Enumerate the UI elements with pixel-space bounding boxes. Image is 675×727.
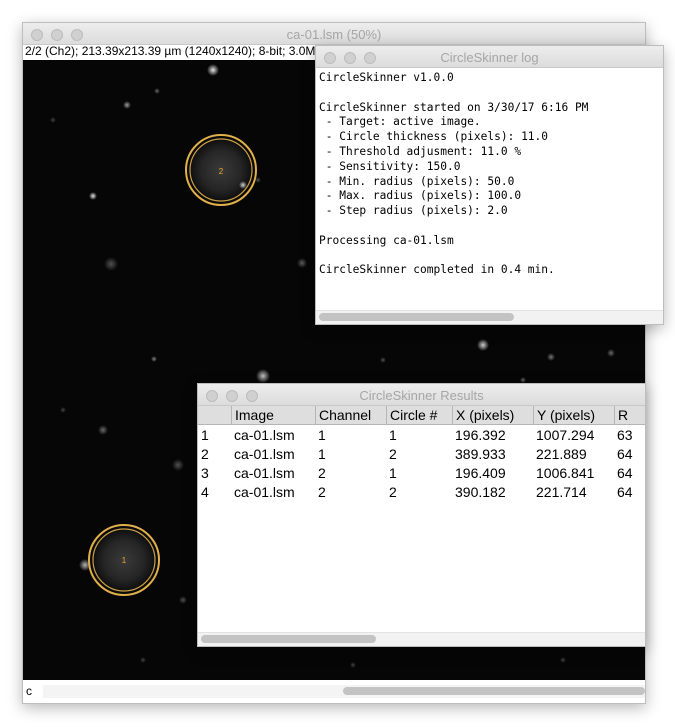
log-line: - Min. radius (pixels): 50.0: [319, 174, 515, 188]
channel-slider-label: c: [26, 684, 32, 698]
log-line: - Max. radius (pixels): 100.0: [319, 189, 522, 203]
table-row[interactable]: 3 ca-01.lsm 2 1 196.409 1006.841 64: [198, 464, 645, 483]
log-text-area[interactable]: CircleSkinner v1.0.0 CircleSkinner start…: [316, 68, 663, 310]
cell-x: 196.409: [455, 465, 506, 481]
cell-y: 1006.841: [536, 465, 595, 481]
results-table[interactable]: Image Channel Circle # X (pixels) Y (pix…: [198, 406, 645, 632]
cell-y: 1007.294: [536, 427, 595, 443]
log-line: - Circle thickness (pixels): 11.0: [319, 130, 549, 144]
cell-channel: 2: [318, 465, 326, 481]
log-scrollbar-thumb[interactable]: [319, 313, 514, 321]
log-window-titlebar[interactable]: CircleSkinner log: [316, 46, 663, 68]
cell-image: ca-01.lsm: [234, 446, 295, 462]
image-info-line: 2/2 (Ch2); 213.39x213.39 µm (1240x1240);…: [25, 44, 324, 58]
column-header-r[interactable]: R: [614, 406, 645, 425]
log-line: - Threshold adjusment: 11.0 %: [319, 144, 522, 158]
table-row[interactable]: 4 ca-01.lsm 2 2 390.182 221.714 64: [198, 483, 645, 502]
results-window-title: CircleSkinner Results: [359, 388, 484, 403]
cell-row-number: 3: [201, 465, 209, 481]
table-row[interactable]: 2 ca-01.lsm 1 2 389.933 221.889 64: [198, 445, 645, 464]
column-header-channel[interactable]: Channel: [315, 406, 386, 425]
results-scrollbar-thumb[interactable]: [201, 635, 376, 643]
results-horizontal-scrollbar[interactable]: [198, 632, 645, 646]
cell-r: 64: [617, 465, 633, 481]
cell-circle: 1: [389, 465, 397, 481]
log-line: - Sensitivity: 150.0: [319, 159, 461, 173]
column-header-circle[interactable]: Circle #: [386, 406, 452, 425]
cell-image: ca-01.lsm: [234, 427, 295, 443]
cell-y: 221.714: [536, 484, 587, 500]
log-line: CircleSkinner v1.0.0: [319, 71, 454, 84]
log-window-title: CircleSkinner log: [440, 50, 539, 65]
channel-slider[interactable]: [43, 685, 645, 698]
column-header-x[interactable]: X (pixels): [452, 406, 533, 425]
log-line: CircleSkinner completed in 0.4 min.: [319, 263, 555, 277]
log-line: - Target: active image.: [319, 115, 481, 129]
cell-row-number: 1: [201, 427, 209, 443]
cell-r: 63: [617, 427, 633, 443]
image-window-titlebar[interactable]: ca-01.lsm (50%): [23, 23, 645, 45]
cell-channel: 1: [318, 446, 326, 462]
column-header-y[interactable]: Y (pixels): [533, 406, 614, 425]
cell-r: 64: [617, 446, 633, 462]
log-window[interactable]: CircleSkinner log CircleSkinner v1.0.0 C…: [315, 45, 664, 325]
cell-r: 64: [617, 484, 633, 500]
cell-row-number: 2: [201, 446, 209, 462]
log-line: Processing ca-01.lsm: [319, 233, 454, 247]
circle-label-1: 1: [122, 556, 127, 565]
cell-image: ca-01.lsm: [234, 465, 295, 481]
table-row[interactable]: 1 ca-01.lsm 1 1 196.392 1007.294 63: [198, 426, 645, 445]
cell-x: 389.933: [455, 446, 506, 462]
cell-circle: 1: [389, 427, 397, 443]
cell-x: 390.182: [455, 484, 506, 500]
cell-channel: 1: [318, 427, 326, 443]
image-window-title: ca-01.lsm (50%): [286, 27, 382, 42]
log-line: - Step radius (pixels): 2.0: [319, 204, 508, 218]
cell-row-number: 4: [201, 484, 209, 500]
cell-x: 196.392: [455, 427, 506, 443]
circle-label-2: 2: [219, 167, 224, 176]
results-window-titlebar[interactable]: CircleSkinner Results: [198, 384, 645, 406]
cell-circle: 2: [389, 484, 397, 500]
cell-circle: 2: [389, 446, 397, 462]
channel-slider-thumb[interactable]: [343, 687, 645, 695]
results-window[interactable]: CircleSkinner Results Image Channel Circ…: [197, 383, 646, 647]
log-horizontal-scrollbar[interactable]: [316, 310, 663, 324]
cell-y: 221.889: [536, 446, 587, 462]
table-header-row: Image Channel Circle # X (pixels) Y (pix…: [198, 406, 645, 425]
cell-image: ca-01.lsm: [234, 484, 295, 500]
column-header[interactable]: [198, 406, 231, 425]
cell-channel: 2: [318, 484, 326, 500]
column-header-image[interactable]: Image: [231, 406, 315, 425]
log-line: CircleSkinner started on 3/30/17 6:16 PM: [319, 100, 589, 114]
